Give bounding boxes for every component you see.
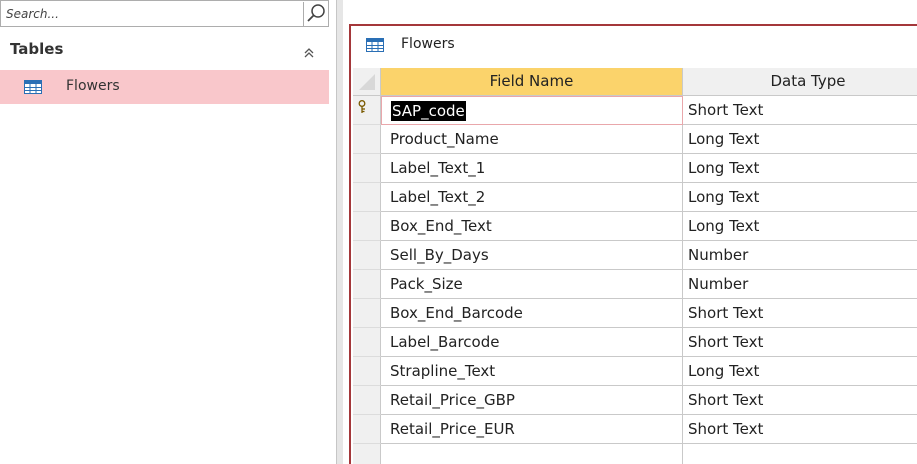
nav-item-label: Flowers — [66, 78, 120, 94]
table-icon — [366, 37, 384, 56]
field-name-text: Box_End_Barcode — [390, 304, 523, 322]
row-selector[interactable] — [353, 96, 381, 125]
row-selector[interactable] — [353, 154, 381, 183]
row-selector[interactable] — [353, 328, 381, 357]
field-name-text: Retail_Price_GBP — [390, 391, 515, 409]
row-selector[interactable] — [353, 386, 381, 415]
navigation-pane: Tables Flowers — [0, 0, 337, 464]
data-type-cell[interactable]: Number — [683, 241, 917, 270]
search-icon[interactable] — [303, 2, 329, 27]
table-design-window: Flowers Field Name Data Type SAP_code Sho… — [349, 24, 917, 464]
table-row[interactable]: Strapline_Text Long Text — [353, 357, 917, 386]
table-row[interactable]: Retail_Price_EUR Short Text — [353, 415, 917, 444]
table-row[interactable]: Label_Barcode Short Text — [353, 328, 917, 357]
table-row[interactable]: Pack_Size Number — [353, 270, 917, 299]
table-row[interactable]: Product_Name Long Text — [353, 125, 917, 154]
row-selector[interactable] — [353, 125, 381, 154]
collapse-chevron-icon[interactable] — [303, 44, 315, 58]
field-name-cell[interactable] — [381, 444, 683, 464]
field-name-cell[interactable]: Label_Barcode — [381, 328, 683, 357]
table-row[interactable]: Box_End_Barcode Short Text — [353, 299, 917, 328]
field-name-cell[interactable]: Product_Name — [381, 125, 683, 154]
field-name-text: Retail_Price_EUR — [390, 420, 515, 438]
table-row[interactable]: SAP_code Short Text — [353, 96, 917, 125]
field-name-text: SAP_code — [391, 101, 466, 121]
data-type-cell[interactable]: Short Text — [683, 328, 917, 357]
document-tab-label: Flowers — [401, 36, 455, 52]
field-name-cell[interactable]: Pack_Size — [381, 270, 683, 299]
table-row[interactable]: Box_End_Text Long Text — [353, 212, 917, 241]
field-name-text: Box_End_Text — [390, 217, 492, 235]
data-type-cell[interactable]: Long Text — [683, 212, 917, 241]
new-row[interactable] — [353, 444, 917, 464]
row-selector[interactable] — [353, 212, 381, 241]
table-row[interactable]: Sell_By_Days Number — [353, 241, 917, 270]
field-name-cell[interactable]: SAP_code — [381, 96, 683, 125]
field-name-cell[interactable]: Strapline_Text — [381, 357, 683, 386]
field-name-cell[interactable]: Label_Text_2 — [381, 183, 683, 212]
grid-header: Field Name Data Type — [353, 68, 917, 96]
column-header-field-name[interactable]: Field Name — [381, 68, 683, 96]
data-type-cell[interactable]: Long Text — [683, 125, 917, 154]
field-name-text: Label_Text_1 — [390, 159, 486, 177]
search-box — [0, 0, 329, 27]
data-type-cell[interactable] — [683, 444, 917, 464]
row-selector[interactable] — [353, 183, 381, 212]
select-all-corner[interactable] — [353, 68, 381, 96]
field-name-text: Label_Text_2 — [390, 188, 486, 206]
row-selector[interactable] — [353, 299, 381, 328]
field-name-cell[interactable]: Retail_Price_EUR — [381, 415, 683, 444]
data-type-cell[interactable]: Short Text — [683, 415, 917, 444]
data-type-cell[interactable]: Long Text — [683, 357, 917, 386]
field-name-cell[interactable]: Box_End_Text — [381, 212, 683, 241]
tables-group-header[interactable]: Tables — [0, 35, 329, 65]
field-name-text: Pack_Size — [390, 275, 463, 293]
data-type-cell[interactable]: Long Text — [683, 154, 917, 183]
column-header-data-type[interactable]: Data Type — [683, 68, 917, 96]
row-selector[interactable] — [353, 357, 381, 386]
row-selector[interactable] — [353, 241, 381, 270]
primary-key-icon — [358, 99, 368, 118]
row-selector[interactable] — [353, 270, 381, 299]
data-type-cell[interactable]: Short Text — [683, 96, 917, 125]
search-input[interactable] — [6, 4, 296, 24]
field-name-text: Strapline_Text — [390, 362, 496, 380]
row-selector[interactable] — [353, 444, 381, 464]
field-name-cell[interactable]: Label_Text_1 — [381, 154, 683, 183]
field-rows: SAP_code Short Text Product_Name Long Text L… — [353, 96, 917, 464]
data-type-cell[interactable]: Short Text — [683, 386, 917, 415]
row-selector[interactable] — [353, 415, 381, 444]
table-row[interactable]: Retail_Price_GBP Short Text — [353, 386, 917, 415]
document-tab-flowers[interactable]: Flowers — [351, 26, 917, 66]
field-name-text: Label_Barcode — [390, 333, 500, 351]
field-name-cell[interactable]: Box_End_Barcode — [381, 299, 683, 328]
table-icon — [24, 79, 42, 98]
group-title: Tables — [10, 40, 64, 58]
data-type-cell[interactable]: Long Text — [683, 183, 917, 212]
document-area: Flowers Field Name Data Type SAP_code Sho… — [343, 0, 917, 464]
table-row[interactable]: Label_Text_1 Long Text — [353, 154, 917, 183]
field-name-cell[interactable]: Retail_Price_GBP — [381, 386, 683, 415]
field-name-text: Sell_By_Days — [390, 246, 489, 264]
field-design-grid: Field Name Data Type SAP_code Short Text P… — [353, 68, 917, 464]
field-name-text: Product_Name — [390, 130, 499, 148]
data-type-cell[interactable]: Short Text — [683, 299, 917, 328]
nav-item-flowers[interactable]: Flowers — [0, 70, 329, 104]
data-type-cell[interactable]: Number — [683, 270, 917, 299]
table-row[interactable]: Label_Text_2 Long Text — [353, 183, 917, 212]
field-name-cell[interactable]: Sell_By_Days — [381, 241, 683, 270]
